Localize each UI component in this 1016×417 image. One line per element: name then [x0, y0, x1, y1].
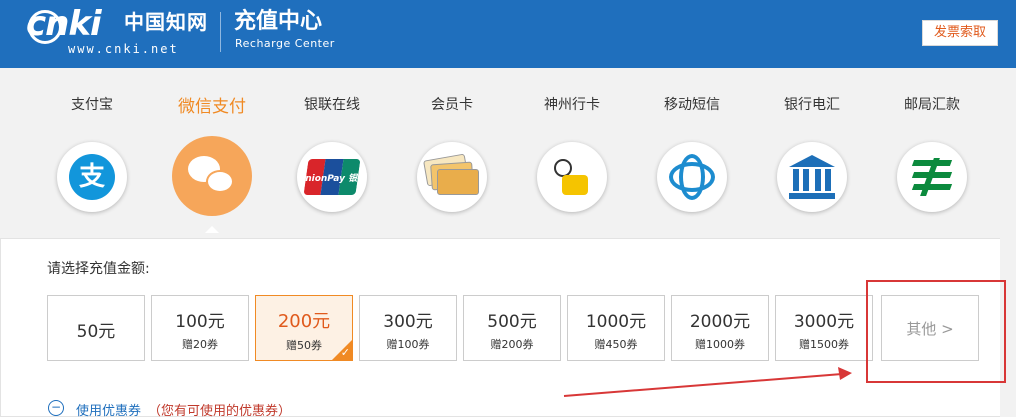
bank-icon — [787, 155, 837, 199]
amount-option-2000[interactable]: 2000元 赠1000券 — [671, 295, 769, 361]
member-card-icon — [423, 153, 479, 197]
amount-value: 2000元 — [689, 312, 751, 332]
amount-bonus: 赠20券 — [182, 338, 218, 351]
invoice-request-button[interactable]: 发票索取 — [922, 20, 998, 46]
amount-value: 1000元 — [585, 312, 647, 332]
member-card-icon-circle — [417, 142, 487, 212]
tab-unionpay[interactable]: 银联在线 UnionPay 银联 — [272, 86, 392, 232]
cnki-logo[interactable]: cnki 中国知网 www.cnki.net — [26, 6, 216, 60]
unionpay-icon-circle: UnionPay 银联 — [297, 142, 367, 212]
amount-bonus: 赠100券 — [386, 338, 430, 351]
checkmark-icon: ✓ — [340, 346, 350, 359]
post-office-icon-circle — [897, 142, 967, 212]
amount-option-500[interactable]: 500元 赠200券 — [463, 295, 561, 361]
use-coupon-label: 使用优惠券 — [76, 404, 142, 417]
amount-bonus: 赠1000券 — [695, 338, 745, 351]
amount-bonus: 赠1500券 — [799, 338, 849, 351]
amount-value: 50元 — [76, 322, 116, 342]
amount-option-50[interactable]: 50元 — [47, 295, 145, 361]
amount-option-100[interactable]: 100元 赠20券 — [151, 295, 249, 361]
post-office-icon — [909, 154, 955, 200]
wechat-icon — [188, 156, 236, 196]
tab-label: 银联在线 — [304, 97, 360, 113]
tab-member-card[interactable]: 会员卡 — [392, 86, 512, 232]
logo-wordmark: cnki — [26, 4, 102, 44]
amount-value: 100元 — [175, 312, 225, 332]
header-divider — [220, 12, 221, 52]
tab-label: 邮局汇款 — [904, 97, 960, 113]
tab-label: 银行电汇 — [784, 97, 840, 113]
shenzhouxing-icon — [550, 157, 594, 197]
amount-value: 3000元 — [793, 312, 855, 332]
alipay-icon: 支 — [69, 154, 115, 200]
amount-option-200[interactable]: 200元 赠50券 ✓ — [255, 295, 353, 361]
tab-label: 神州行卡 — [544, 97, 600, 113]
annotation-highlight-box — [866, 280, 1006, 383]
amount-value: 500元 — [487, 312, 537, 332]
annotation-arrow — [563, 367, 852, 397]
logo-url: www.cnki.net — [68, 42, 179, 56]
china-mobile-icon — [669, 154, 715, 200]
tab-post-office-remittance[interactable]: 邮局汇款 — [872, 86, 992, 232]
active-tab-caret — [205, 226, 219, 233]
amount-option-1000[interactable]: 1000元 赠450券 — [567, 295, 665, 361]
page-subtitle: Recharge Center — [235, 37, 335, 50]
available-coupon-note: （您有可使用的优惠券） — [148, 404, 292, 417]
payment-method-tabs: 支付宝 支 微信支付 银联在线 UnionPay 银联 会员卡 神州行卡 移动短… — [32, 86, 992, 233]
amount-section-title: 请选择充值金额: — [47, 261, 150, 277]
tab-mobile-sms[interactable]: 移动短信 — [632, 86, 752, 232]
bank-icon-circle — [777, 142, 847, 212]
tab-alipay[interactable]: 支付宝 支 — [32, 86, 152, 232]
amount-bonus: 赠200券 — [490, 338, 534, 351]
header-bar: cnki 中国知网 www.cnki.net 充值中心 Recharge Cen… — [0, 0, 1016, 68]
tab-label: 移动短信 — [664, 97, 720, 113]
shenzhouxing-icon-circle — [537, 142, 607, 212]
tab-shenzhouxing-card[interactable]: 神州行卡 — [512, 86, 632, 232]
tab-bank-transfer[interactable]: 银行电汇 — [752, 86, 872, 232]
logo-chinese-name: 中国知网 — [124, 10, 208, 34]
amount-value: 200元 — [277, 311, 331, 332]
alipay-icon-circle: 支 — [57, 142, 127, 212]
amount-value: 300元 — [383, 312, 433, 332]
tab-label: 微信支付 — [178, 97, 246, 117]
unionpay-text: UnionPay 银联 — [297, 173, 367, 184]
wechat-icon-circle — [172, 136, 252, 216]
collapse-icon: − — [48, 400, 64, 416]
china-mobile-icon-circle — [657, 142, 727, 212]
tab-wechat-pay[interactable]: 微信支付 — [152, 86, 272, 233]
amount-option-300[interactable]: 300元 赠100券 — [359, 295, 457, 361]
tab-label: 支付宝 — [71, 97, 113, 113]
tab-label: 会员卡 — [431, 97, 473, 113]
page-title: 充值中心 — [234, 9, 323, 34]
amount-option-3000[interactable]: 3000元 赠1500券 — [775, 295, 873, 361]
amount-bonus: 赠450券 — [594, 338, 638, 351]
